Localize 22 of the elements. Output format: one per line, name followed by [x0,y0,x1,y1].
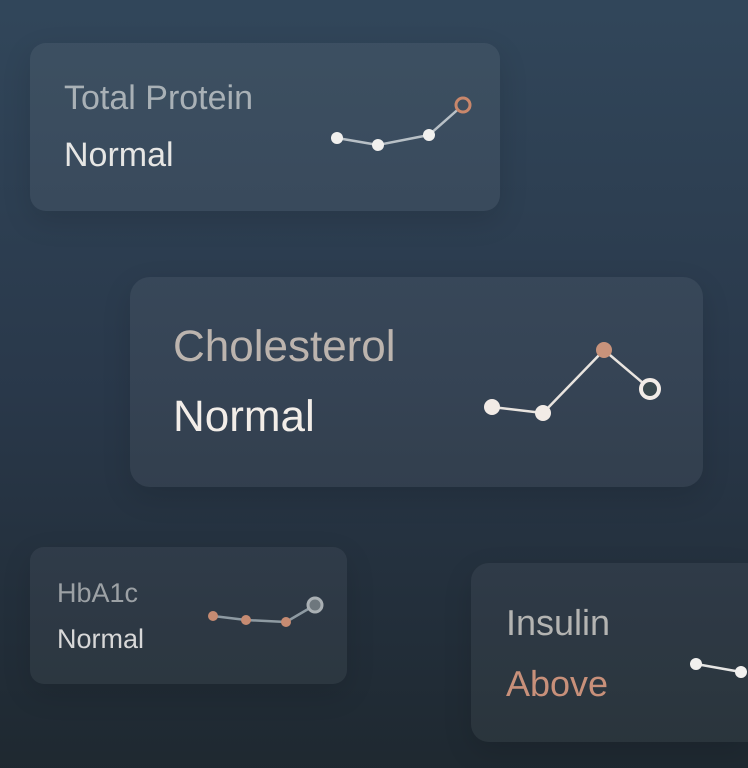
data-point [535,405,551,421]
status-text: Normal [173,391,316,443]
ring-marker-icon [639,378,661,400]
test-name: HbA1c [57,576,140,610]
status-text: Above [506,662,610,706]
data-point [735,666,747,678]
data-point [690,658,702,670]
status-text: Normal [57,622,144,656]
test-name: Insulin [506,600,610,644]
data-point [372,139,384,151]
test-name: Total Protein [64,78,253,119]
data-point [241,615,251,625]
data-point [331,132,343,144]
data-point [484,399,500,415]
data-point [596,342,612,358]
ring-marker-icon [306,596,324,614]
ring-marker-icon [454,96,472,114]
status-text: Normal [64,135,175,176]
data-point [208,611,218,621]
test-name: Cholesterol [173,321,396,373]
data-point [281,617,291,627]
data-point [423,129,435,141]
